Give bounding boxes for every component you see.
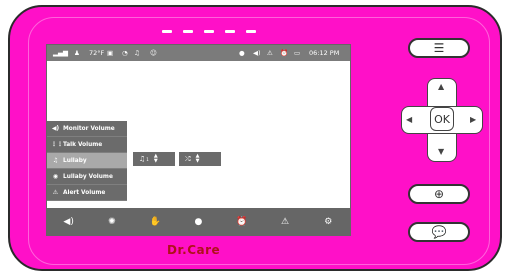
led-indicator-row — [162, 30, 256, 33]
left-arrow-button[interactable]: ◀ — [406, 115, 412, 124]
lcd-screen: ▂▄▆ ♟ 72°F ▣ ◔ ♫ ☺ ● ◀) ⚠ ⏰ ▭ 06:12 PM ◀… — [46, 44, 351, 236]
shuffle-stepper-icon[interactable]: ▲ ▼ — [196, 154, 200, 164]
shuffle-icon: ⤮ — [185, 154, 191, 163]
talk-volume-icon: ⋮⋮ — [51, 141, 63, 148]
settings-icon[interactable]: ⚙ — [319, 217, 337, 227]
brand-logo: Dr.Care — [167, 243, 221, 257]
menu-item-label: Alert Volume — [63, 189, 106, 196]
down-arrow-button[interactable]: ▼ — [438, 147, 444, 156]
menu-item-label: Lullaby — [63, 157, 87, 164]
hand-icon[interactable]: ✋ — [146, 217, 164, 227]
direction-pad: ▲ ▼ ◀ ▶ OK — [401, 78, 483, 162]
speaker-icon[interactable]: ◀) — [60, 217, 78, 227]
ok-button[interactable]: OK — [430, 107, 454, 131]
status-bar: ▂▄▆ ♟ 72°F ▣ ◔ ♫ ☺ ● ◀) ⚠ ⏰ ▭ 06:12 PM — [47, 45, 350, 61]
battery-icon: ▭ — [294, 49, 301, 57]
song-selector[interactable]: ♫ 1 ▲ ▼ — [133, 152, 175, 166]
talk-icon[interactable]: ● — [189, 217, 207, 227]
menu-button[interactable]: ☰ — [408, 38, 470, 58]
led-dash — [183, 30, 193, 33]
led-dash — [246, 30, 256, 33]
zoom-in-icon: ⊕ — [433, 187, 445, 201]
alert-status-icon: ⚠ — [267, 49, 273, 57]
camera-icon: ▣ — [107, 49, 114, 57]
zoom-button[interactable]: ⊕ — [408, 184, 470, 204]
brightness-icon[interactable]: ✺ — [103, 217, 121, 227]
menu-item-label: Talk Volume — [63, 141, 103, 148]
right-arrow-button[interactable]: ▶ — [470, 115, 476, 124]
volume-menu: ◀) Monitor Volume ⋮⋮ Talk Volume ♫ Lulla… — [47, 121, 127, 201]
temperature-value: 72°F — [89, 49, 105, 57]
music-note-icon: ♫ — [134, 49, 140, 57]
menu-item-lullaby[interactable]: ♫ Lullaby — [47, 153, 127, 169]
up-arrow-button[interactable]: ▲ — [438, 82, 444, 91]
baby-icon: ☺ — [150, 49, 157, 57]
signal-icon: ▂▄▆ — [53, 49, 68, 57]
alert-icon[interactable]: ⚠ — [276, 217, 294, 227]
shuffle-selector[interactable]: ⤮ ▲ ▼ — [179, 152, 221, 166]
led-dash — [162, 30, 172, 33]
talk-button[interactable]: 💬 — [408, 222, 470, 242]
volume-status-icon: ◀) — [253, 49, 261, 57]
clock-time: 06:12 PM — [309, 49, 340, 57]
menu-item-talk-volume[interactable]: ⋮⋮ Talk Volume — [47, 137, 127, 153]
music-note-icon: ♫ — [139, 155, 146, 163]
speaker-icon: ◀) — [51, 125, 60, 132]
chat-bubble-icon: 💬 — [431, 225, 447, 239]
alert-icon: ⚠ — [52, 189, 59, 196]
menu-item-label: Monitor Volume — [63, 125, 115, 132]
alarm-icon[interactable]: ⏰ — [233, 217, 251, 227]
battery-baby-icon: ♟ — [74, 49, 80, 57]
menu-item-label: Lullaby Volume — [63, 173, 113, 180]
menu-item-lullaby-volume[interactable]: ◉ Lullaby Volume — [47, 169, 127, 185]
led-dash — [225, 30, 235, 33]
alarm-status-icon: ⏰ — [280, 49, 289, 57]
bottom-toolbar: ◀) ✺ ✋ ● ⏰ ⚠ ⚙ — [47, 208, 350, 235]
song-number-marker: 1 — [146, 156, 149, 162]
lullaby-volume-icon: ◉ — [52, 173, 59, 180]
menu-item-monitor-volume[interactable]: ◀) Monitor Volume — [47, 121, 127, 137]
talk-status-icon: ● — [239, 49, 245, 57]
lullaby-icon: ♫ — [52, 157, 59, 164]
timer-icon: ◔ — [122, 49, 128, 57]
menu-item-alert-volume[interactable]: ⚠ Alert Volume — [47, 185, 127, 201]
song-stepper-icon[interactable]: ▲ ▼ — [154, 154, 158, 164]
led-dash — [204, 30, 214, 33]
menu-icon: ☰ — [433, 41, 445, 55]
